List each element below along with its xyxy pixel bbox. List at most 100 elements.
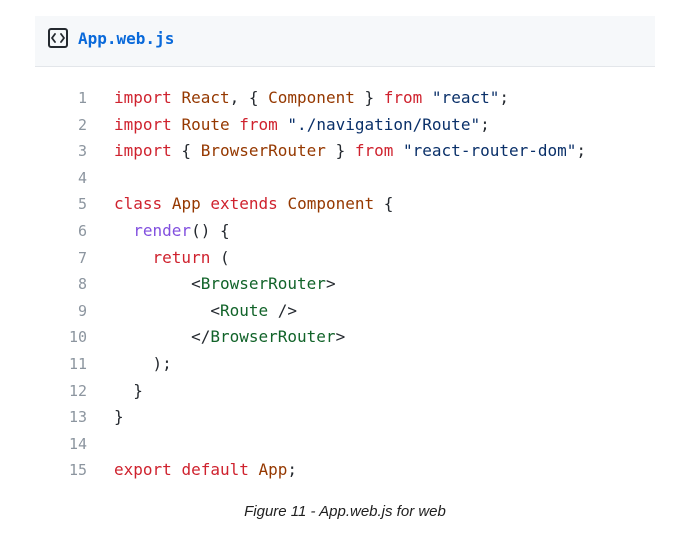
code-token: extends — [210, 194, 278, 214]
code-line: 5 class App extends Component { — [35, 191, 655, 218]
code-token: from — [239, 114, 278, 134]
code-token: App — [171, 194, 201, 214]
code-line: 10 </BrowserRouter> — [35, 324, 655, 351]
line-number: 8 — [77, 275, 87, 294]
code-line: 8 <BrowserRouter> — [35, 271, 655, 298]
line-number: 14 — [68, 434, 87, 453]
code-token: import — [114, 88, 172, 107]
file-name-link[interactable]: App.web.js — [78, 28, 174, 50]
code-token: ; — [480, 114, 490, 134]
code-token: { — [171, 141, 201, 161]
code-token: </ — [114, 327, 211, 347]
code-token: () { — [191, 220, 230, 240]
code-line: 6 render() { — [35, 218, 655, 245]
code-line: 12 } — [35, 378, 655, 405]
code-token: > — [335, 327, 346, 347]
code-body: 1 import React, { Component } from "react… — [35, 85, 655, 484]
code-line: 2 import Route from "./navigation/Route"; — [35, 112, 655, 139]
code-token: BrowserRouter — [200, 274, 326, 294]
code-token: BrowserRouter — [210, 327, 336, 347]
code-token: Component — [268, 88, 355, 107]
code-token: , { — [229, 88, 269, 107]
line-number: 7 — [77, 248, 87, 267]
code-text: </BrowserRouter> — [87, 324, 345, 351]
code-text: <Route /> — [87, 298, 297, 325]
code-line: 1 import React, { Component } from "react… — [35, 85, 655, 112]
code-token: ); — [114, 353, 172, 373]
code-token: } — [114, 407, 124, 427]
code-line: 9 <Route /> — [35, 298, 655, 325]
code-token: React — [181, 88, 230, 107]
code-token: "react-router-dom" — [403, 141, 577, 161]
code-token: ; — [287, 460, 298, 480]
code-token: import — [114, 114, 172, 134]
code-token: } — [325, 141, 355, 161]
code-text: return ( — [87, 245, 230, 272]
line-number: 15 — [68, 461, 87, 480]
line-number: 2 — [77, 115, 87, 134]
code-text: import Route from "./navigation/Route"; — [87, 112, 490, 139]
code-line: 3 import { BrowserRouter } from "react-ro… — [35, 138, 655, 165]
code-token: < — [114, 300, 220, 320]
code-line: 15 export default App; — [35, 457, 655, 484]
figure-caption: Figure 11 - App.web.js for web — [244, 503, 446, 520]
code-line: 11 ); — [35, 351, 655, 378]
code-token: { — [374, 194, 394, 214]
line-number: 13 — [68, 408, 87, 427]
code-token: from — [383, 88, 423, 107]
code-text: } — [87, 378, 143, 405]
code-token: ; — [576, 141, 587, 161]
line-number: 11 — [68, 354, 87, 373]
code-file-panel: App.web.js 1 import React, { Component } … — [35, 16, 655, 479]
code-text: render() { — [87, 218, 230, 245]
code-token: < — [114, 274, 201, 294]
code-text: } — [87, 404, 124, 431]
code-token: return — [152, 247, 211, 267]
code-token: App — [258, 460, 288, 480]
file-header: App.web.js — [35, 16, 655, 67]
code-token: > — [325, 274, 336, 294]
code-token: ; — [499, 88, 509, 107]
code-line: 7 return ( — [35, 245, 655, 272]
code-token: /> — [268, 300, 298, 320]
code-text: class App extends Component { — [87, 191, 393, 218]
code-brackets-icon — [48, 28, 68, 48]
code-token: "./navigation/Route" — [287, 114, 481, 134]
code-token: render — [133, 220, 192, 240]
line-number: 3 — [77, 142, 87, 161]
code-token: Component — [287, 194, 375, 214]
line-number: 6 — [77, 221, 87, 240]
code-text: import React, { Component } from "react"… — [87, 85, 509, 112]
code-text: <BrowserRouter> — [87, 271, 336, 298]
code-token: ( — [210, 247, 230, 267]
code-text: export default App; — [87, 457, 297, 484]
code-token: class — [114, 194, 163, 214]
code-token: BrowserRouter — [200, 141, 326, 161]
line-number: 12 — [68, 381, 87, 400]
code-token: Route — [181, 114, 230, 134]
line-number: 1 — [77, 89, 87, 107]
code-token: export — [114, 460, 172, 480]
code-text: import { BrowserRouter } from "react-rou… — [87, 138, 586, 165]
line-number: 9 — [77, 301, 87, 320]
code-line: 14 — [35, 431, 655, 458]
code-line: 4 — [35, 165, 655, 192]
code-text: ); — [87, 351, 172, 378]
line-number: 5 — [77, 195, 87, 214]
code-token: } — [114, 380, 143, 400]
code-line: 13} — [35, 404, 655, 431]
